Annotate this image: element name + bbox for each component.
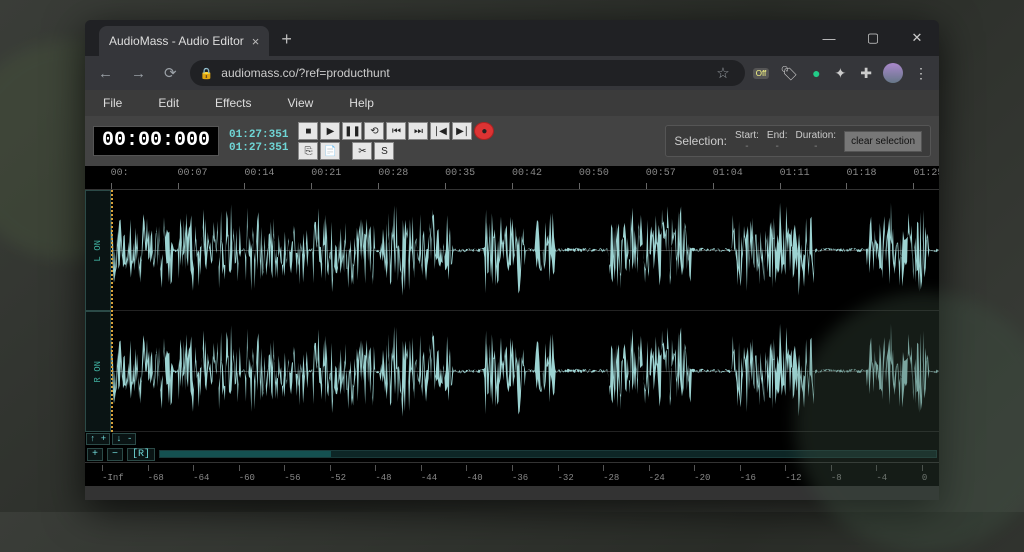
minimize-button[interactable]: — (807, 20, 851, 56)
reload-icon[interactable]: ⟳ (159, 60, 182, 86)
address-bar: ← → ⟳ 🔒 audiomass.co/?ref=producthunt ☆ … (85, 56, 939, 90)
toolbar: 00:00:000 01:27:351 01:27:351 ■ ▶ ❚❚ ⟲ ⏮… (85, 116, 939, 166)
zoom-scrollbar[interactable] (159, 450, 937, 458)
gain-controls: ↑ + ↓ - (85, 432, 939, 446)
browser-window: AudioMass - Audio Editor × + — ▢ ✕ ← → ⟳… (85, 20, 939, 500)
selection-panel: Selection: Start: - End: - Duration: - c… (665, 125, 931, 157)
skip-start-button[interactable]: ∣◀ (430, 122, 450, 140)
menu-file[interactable]: File (103, 96, 122, 110)
menu-help[interactable]: Help (349, 96, 374, 110)
channel-right-label[interactable]: R ON (85, 311, 111, 432)
time-main: 00:00:000 (93, 126, 219, 156)
forward-icon[interactable]: → (126, 61, 151, 86)
zoom-out-button[interactable]: − (107, 448, 123, 461)
waveform-area[interactable] (111, 190, 939, 432)
selection-duration: Duration: - (796, 130, 837, 152)
maximize-button[interactable]: ▢ (851, 20, 895, 56)
menu-edit[interactable]: Edit (158, 96, 179, 110)
zoom-reset-button[interactable]: [R] (127, 448, 155, 461)
time-dur2: 01:27:351 (229, 142, 288, 154)
cut-button[interactable]: ✂ (352, 142, 372, 160)
db-meter: -Inf-68-64-60-56-52-48-44-40-36-32-28-24… (85, 462, 939, 486)
time-durations: 01:27:351 01:27:351 (229, 129, 288, 154)
gain-down-button[interactable]: ↓ - (112, 433, 136, 445)
ext-grammarly-icon[interactable]: ● (809, 62, 823, 84)
back-icon[interactable]: ← (93, 61, 118, 86)
copy-button[interactable]: ⎘ (298, 142, 318, 160)
tracks: L ON R ON (85, 190, 939, 432)
channel-labels: L ON R ON (85, 190, 111, 432)
time-ruler[interactable]: 00:00:0700:1400:2100:2800:3500:4200:5000… (85, 166, 939, 190)
menu-effects[interactable]: Effects (215, 96, 251, 110)
browser-tab[interactable]: AudioMass - Audio Editor × (99, 26, 269, 56)
profile-avatar[interactable] (883, 63, 903, 83)
record-button[interactable]: ● (474, 122, 494, 140)
snap-button[interactable]: S (374, 142, 394, 160)
close-tab-icon[interactable]: × (252, 34, 260, 49)
selection-label: Selection: (674, 134, 727, 148)
pause-button[interactable]: ❚❚ (342, 122, 362, 140)
audiomass-app: File Edit Effects View Help 00:00:000 01… (85, 90, 939, 500)
url-field[interactable]: 🔒 audiomass.co/?ref=producthunt ☆ (190, 60, 745, 86)
url-text: audiomass.co/?ref=producthunt (221, 66, 389, 80)
stop-button[interactable]: ■ (298, 122, 318, 140)
tab-title: AudioMass - Audio Editor (109, 34, 244, 48)
menu-view[interactable]: View (288, 96, 314, 110)
extensions-icon[interactable]: ✦ (832, 62, 850, 85)
selection-start: Start: - (735, 130, 759, 152)
menubar: File Edit Effects View Help (85, 90, 939, 116)
clear-selection-button[interactable]: clear selection (844, 131, 922, 152)
ext-pocket-icon[interactable]: ✚ (857, 62, 875, 85)
titlebar: AudioMass - Audio Editor × + — ▢ ✕ (85, 20, 939, 56)
chrome-menu-icon[interactable]: ⋮ (911, 62, 931, 85)
transport-group: ■ ▶ ❚❚ ⟲ ⏮ ⏭ ∣◀ ▶∣ ● ⎘ 📄 ✂ S (298, 122, 494, 160)
skip-end-button[interactable]: ▶∣ (452, 122, 472, 140)
zoom-row: + − [R] (85, 446, 939, 462)
ext-tag-icon[interactable]: 🏷 (777, 62, 801, 85)
ext-badge[interactable]: Off (753, 68, 770, 79)
selection-end: End: - (767, 130, 788, 152)
loop-button[interactable]: ⟲ (364, 122, 384, 140)
play-button[interactable]: ▶ (320, 122, 340, 140)
waveform-right[interactable] (111, 311, 939, 432)
gain-up-button[interactable]: ↑ + (86, 433, 110, 445)
waveform-left[interactable] (111, 190, 939, 311)
window-controls: — ▢ ✕ (807, 20, 939, 56)
close-window-button[interactable]: ✕ (895, 20, 939, 56)
zoom-in-button[interactable]: + (87, 448, 103, 461)
lock-icon: 🔒 (200, 67, 214, 80)
rewind-button[interactable]: ⏮ (386, 122, 406, 140)
channel-left-label[interactable]: L ON (85, 190, 111, 311)
time-dur1: 01:27:351 (229, 129, 288, 141)
star-icon[interactable]: ☆ (711, 60, 734, 86)
ffwd-button[interactable]: ⏭ (408, 122, 428, 140)
paste-button[interactable]: 📄 (320, 142, 340, 160)
new-tab-button[interactable]: + (275, 27, 298, 52)
